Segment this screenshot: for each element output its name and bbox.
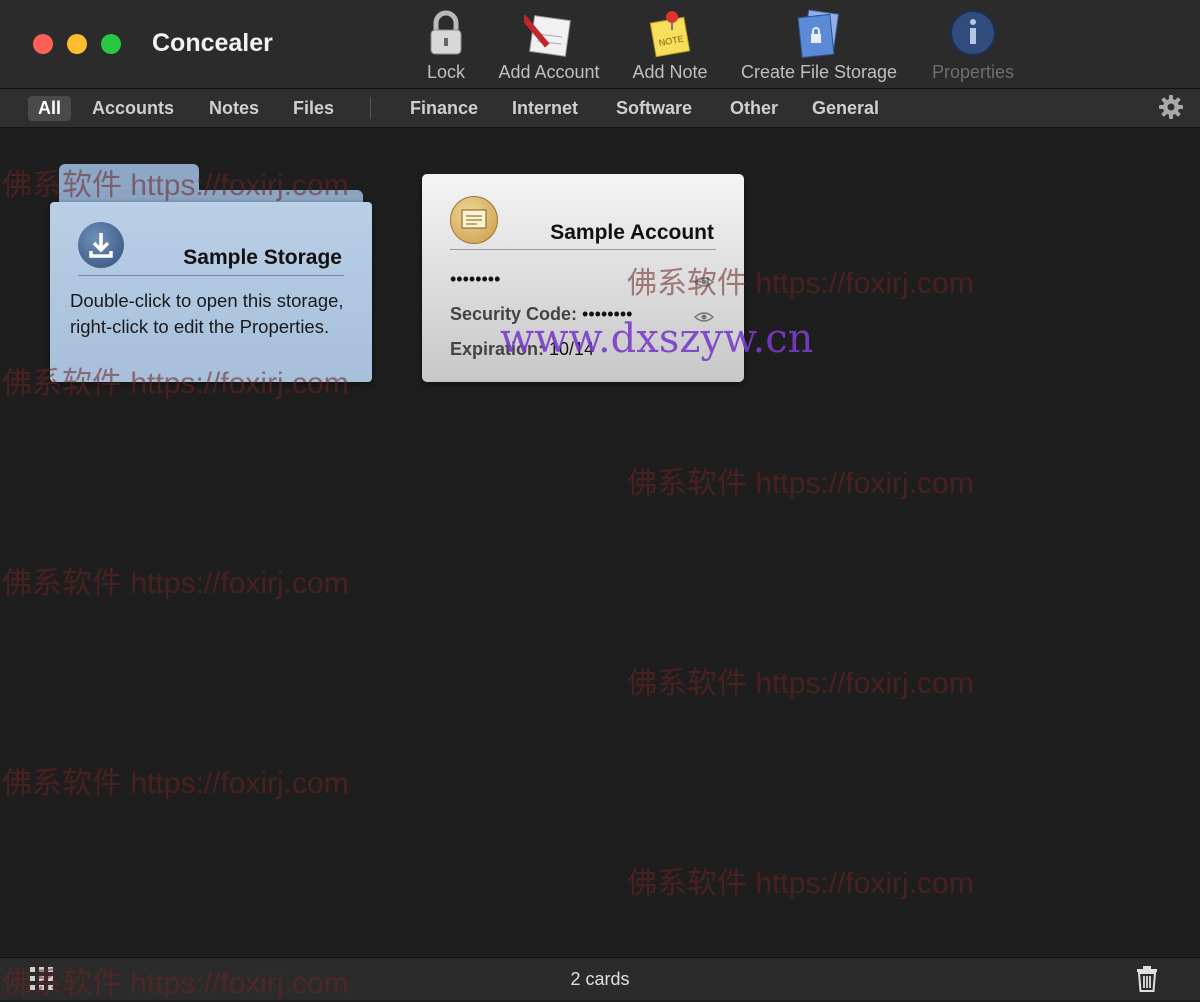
account-card-icon <box>450 196 498 244</box>
password-value: •••••••• <box>450 269 501 289</box>
app-window: Concealer Lock Add Account NOTE Add Note… <box>0 0 1200 1000</box>
divider <box>450 249 716 250</box>
watermark: 佛系软件 https://foxirj.com <box>2 367 349 400</box>
title-bar: Concealer Lock Add Account NOTE Add Note… <box>0 0 1200 89</box>
add-account-icon <box>520 8 574 58</box>
watermark: 佛系软件 https://foxirj.com <box>627 667 974 700</box>
watermark: 佛系软件 https://foxirj.com <box>2 967 349 1000</box>
category-internet[interactable]: Internet <box>502 96 588 121</box>
watermark: 佛系软件 https://foxirj.com <box>627 467 974 500</box>
watermark: 佛系软件 https://foxirj.com <box>2 567 349 600</box>
category-general[interactable]: General <box>802 96 889 121</box>
minimize-window-button[interactable] <box>67 34 87 54</box>
add-account-label: Add Account <box>498 62 600 82</box>
filter-files[interactable]: Files <box>283 96 344 121</box>
account-title: Sample Account <box>550 221 714 244</box>
properties-label: Properties <box>931 62 1015 82</box>
watermark: 佛系软件 https://foxirj.com <box>627 267 974 300</box>
watermark: 佛系软件 https://foxirj.com <box>2 169 349 202</box>
filter-accounts[interactable]: Accounts <box>82 96 184 121</box>
lock-label: Lock <box>426 62 466 82</box>
storage-description: Double-click to open this storage, right… <box>70 290 344 337</box>
watermark: 佛系软件 https://foxirj.com <box>627 867 974 900</box>
lock-button[interactable]: Lock <box>420 8 472 83</box>
create-file-storage-label: Create File Storage <box>740 62 898 82</box>
lock-icon <box>421 8 471 58</box>
category-other[interactable]: Other <box>720 96 788 121</box>
add-note-button[interactable]: NOTE Add Note <box>628 8 712 83</box>
divider <box>78 275 344 276</box>
properties-button[interactable]: Properties <box>925 8 1021 83</box>
add-note-label: Add Note <box>632 62 708 82</box>
add-note-icon: NOTE <box>645 8 695 58</box>
folder-front: Sample Storage Double-click to open this… <box>50 202 372 382</box>
password-row: •••••••• <box>450 269 500 290</box>
trash-icon[interactable] <box>1135 966 1159 992</box>
properties-icon <box>948 8 998 58</box>
filter-all[interactable]: All <box>28 96 72 121</box>
download-icon <box>78 222 124 268</box>
category-finance[interactable]: Finance <box>400 96 488 121</box>
add-account-button[interactable]: Add Account <box>492 8 606 83</box>
storage-title: Sample Storage <box>183 246 342 269</box>
maximize-window-button[interactable] <box>101 34 121 54</box>
create-file-storage-button[interactable]: Create File Storage <box>733 8 905 83</box>
filter-notes[interactable]: Notes <box>199 96 269 121</box>
filter-bar: All Accounts Notes Files Finance Interne… <box>0 89 1200 128</box>
create-file-storage-icon <box>794 8 844 59</box>
watermark: 佛系软件 https://foxirj.com <box>2 767 349 800</box>
filter-separator <box>370 97 371 119</box>
gear-icon[interactable] <box>1158 94 1184 120</box>
close-window-button[interactable] <box>33 34 53 54</box>
watermark-dxszyw: www.dxszyw.cn <box>500 316 814 362</box>
app-title: Concealer <box>152 29 273 57</box>
category-software[interactable]: Software <box>606 96 702 121</box>
